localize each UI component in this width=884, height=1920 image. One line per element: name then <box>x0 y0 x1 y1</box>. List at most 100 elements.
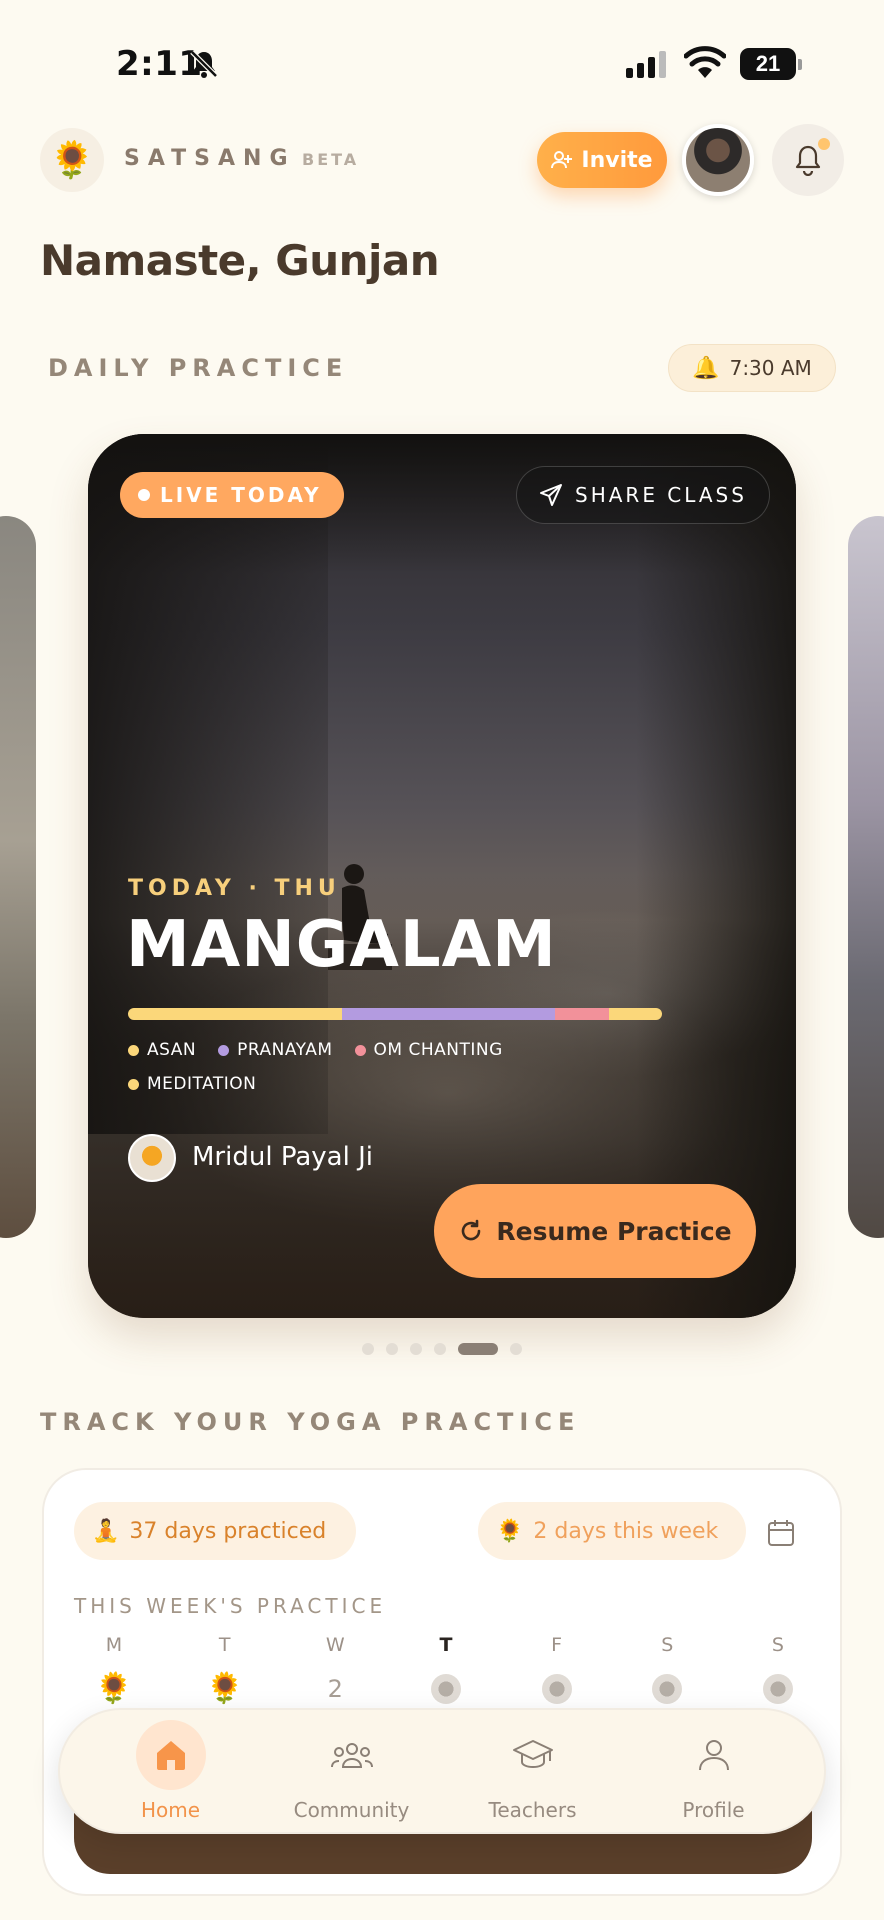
carousel-dot[interactable] <box>410 1343 422 1355</box>
banyan-tree <box>88 434 328 1134</box>
carousel-pagination[interactable] <box>362 1343 522 1355</box>
week-practice-label: THIS WEEK'S PRACTICE <box>74 1594 387 1618</box>
pending-flower-icon <box>430 1674 461 1704</box>
greeting-title: Namaste, Gunjan <box>40 236 440 285</box>
practice-segments-legend: ASAN PRANAYAM OM CHANTING MEDITATION <box>128 1040 568 1094</box>
send-icon <box>540 484 562 506</box>
reminder-time-pill[interactable]: 🔔 7:30 AM <box>668 344 836 392</box>
bottom-navigation: Home Community Teachers Profile <box>58 1708 826 1834</box>
week-day[interactable]: F <box>527 1634 587 1708</box>
bell-off-icon <box>190 50 218 78</box>
nav-community-label: Community <box>293 1798 410 1822</box>
sunflower-icon: 🌻 <box>49 140 95 181</box>
alarm-bell-icon: 🔔 <box>692 355 720 381</box>
battery-indicator: 21 <box>740 48 802 80</box>
week-day[interactable]: M 🌻 <box>84 1634 144 1708</box>
nav-home-label: Home <box>140 1798 201 1822</box>
notification-dot <box>818 138 830 150</box>
segment-om-chanting <box>555 1008 609 1020</box>
pending-flower-icon <box>762 1674 793 1704</box>
beta-badge: BETA <box>302 150 360 169</box>
days-this-week: 2 days this week <box>533 1518 719 1544</box>
nav-profile-label: Profile <box>682 1798 745 1822</box>
day-letter: W <box>325 1634 345 1656</box>
sunflower-icon: 🌻 <box>496 1518 524 1544</box>
notifications-button[interactable] <box>772 124 844 196</box>
days-practiced: 37 days practiced <box>129 1518 327 1544</box>
practice-segments-bar <box>128 1008 662 1020</box>
segment-meditation <box>608 1008 662 1020</box>
carousel-card-next[interactable] <box>848 516 884 1238</box>
community-icon <box>330 1743 373 1768</box>
week-day[interactable]: S <box>748 1634 808 1708</box>
day-letter: T <box>218 1634 231 1656</box>
legend-item: ASAN <box>128 1040 196 1060</box>
pending-flower-icon <box>652 1674 683 1704</box>
day-letter: S <box>771 1634 784 1656</box>
legend-label: MEDITATION <box>147 1074 257 1094</box>
reminder-time: 7:30 AM <box>729 356 812 380</box>
bell-icon <box>795 145 821 176</box>
week-day[interactable]: T 🌻 <box>195 1634 255 1708</box>
carousel-dot[interactable] <box>386 1343 398 1355</box>
home-icon <box>156 1741 185 1770</box>
carousel-dot[interactable] <box>434 1343 446 1355</box>
segment-pranayam <box>341 1008 556 1020</box>
segment-asan <box>128 1008 342 1020</box>
nav-teachers[interactable]: Teachers <box>453 1720 613 1822</box>
meditation-icon: 🧘 <box>92 1518 120 1544</box>
day-letter: S <box>661 1634 674 1656</box>
track-practice-label: TRACK YOUR YOGA PRACTICE <box>40 1408 581 1436</box>
practice-card[interactable]: LIVE TODAY SHARE CLASS TODAY · THU MANGA… <box>88 434 796 1318</box>
app-logo[interactable]: 🌻 <box>40 128 104 192</box>
week-day[interactable]: T <box>416 1634 476 1708</box>
wifi-icon <box>684 46 726 78</box>
carousel-dot[interactable] <box>458 1343 498 1355</box>
carousel-card-previous[interactable] <box>0 516 36 1238</box>
cellular-signal-icon <box>626 50 666 78</box>
carousel-dot[interactable] <box>510 1343 522 1355</box>
daily-practice-label: DAILY PRACTICE <box>48 354 349 382</box>
nav-community[interactable]: Community <box>272 1720 432 1822</box>
days-practiced-pill: 🧘 37 days practiced <box>74 1502 356 1560</box>
user-icon <box>698 1740 729 1771</box>
nav-profile[interactable]: Profile <box>634 1720 794 1822</box>
legend-item: MEDITATION <box>128 1074 256 1094</box>
user-avatar[interactable] <box>682 124 754 196</box>
legend-label: ASAN <box>147 1040 197 1060</box>
invite-label: Invite <box>581 147 653 173</box>
legend-label: PRANAYAM <box>237 1040 333 1060</box>
brand-name: SATSANG <box>124 146 296 171</box>
sunflower-icon: 🌻 <box>95 1671 133 1706</box>
class-title: MANGALAM <box>126 908 557 982</box>
nav-teachers-label: Teachers <box>488 1798 577 1822</box>
invite-button[interactable]: Invite <box>537 132 667 188</box>
resume-practice-button[interactable]: Resume Practice <box>434 1184 756 1278</box>
pending-flower-icon <box>541 1674 572 1704</box>
week-day[interactable]: S <box>637 1634 697 1708</box>
day-letter: M <box>105 1634 123 1656</box>
nav-home[interactable]: Home <box>91 1720 251 1822</box>
live-today-badge: LIVE TODAY <box>120 472 344 518</box>
teacher-name[interactable]: Mridul Payal Ji <box>192 1142 373 1172</box>
resume-label: Resume Practice <box>496 1216 732 1246</box>
day-letter: F <box>551 1634 563 1656</box>
calendar-icon[interactable] <box>766 1518 796 1548</box>
day-letter: T <box>439 1634 453 1656</box>
day-count: 2 <box>327 1675 343 1703</box>
sunflower-icon: 🌻 <box>205 1671 244 1706</box>
legend-dot <box>218 1044 230 1056</box>
week-days-row: M 🌻 T 🌻 W 2 T F S S <box>54 1634 838 1708</box>
legend-dot <box>128 1044 139 1056</box>
legend-item: PRANAYAM <box>218 1040 332 1060</box>
share-class-button[interactable]: SHARE CLASS <box>516 466 770 524</box>
share-label: SHARE CLASS <box>575 483 747 507</box>
carousel-dot[interactable] <box>362 1343 374 1355</box>
week-day[interactable]: W2 <box>305 1634 365 1708</box>
add-user-icon <box>551 151 573 169</box>
teacher-avatar[interactable] <box>128 1134 176 1182</box>
class-day-label: TODAY · THU <box>128 876 341 901</box>
legend-item: OM CHANTING <box>354 1040 503 1060</box>
legend-label: OM CHANTING <box>373 1040 503 1060</box>
live-label: LIVE TODAY <box>160 483 322 507</box>
